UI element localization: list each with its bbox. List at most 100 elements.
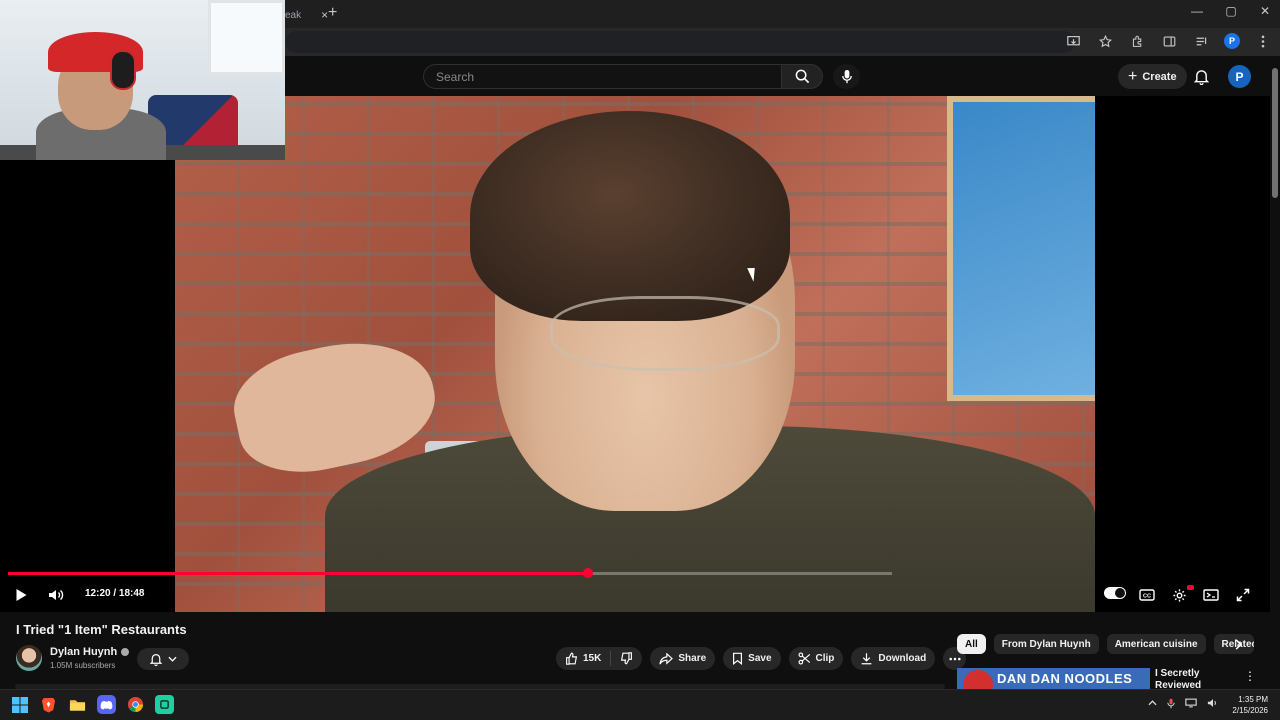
progress-fill	[8, 572, 588, 575]
headset-icon	[110, 50, 136, 90]
channel-name-row[interactable]: Dylan Huynh	[50, 646, 130, 658]
chevron-right-icon	[1235, 638, 1242, 650]
video-frame[interactable]	[175, 96, 1095, 612]
scissors-icon	[798, 652, 810, 665]
video-player[interactable]: 12:20 / 18:48 CC	[0, 96, 1270, 612]
page-scrollbar[interactable]	[1270, 56, 1280, 689]
plus-icon: +	[1128, 67, 1138, 85]
save-label: Save	[748, 653, 772, 664]
progress-scrubber[interactable]	[582, 568, 593, 578]
save-button[interactable]: Save	[723, 647, 781, 670]
webcam-window	[208, 0, 285, 75]
bookmark-star-icon[interactable]	[1096, 32, 1114, 50]
fullscreen-button[interactable]	[1231, 583, 1255, 607]
window-controls: — ▢ ✕	[1190, 4, 1272, 18]
extensions-icon[interactable]	[1128, 32, 1146, 50]
address-bar[interactable]	[285, 31, 1075, 53]
svg-text:CC: CC	[1143, 594, 1151, 600]
thumbnail-hat	[963, 670, 993, 690]
time-display: 12:20 / 18:48	[85, 588, 145, 599]
bell-icon	[1193, 70, 1209, 85]
share-button[interactable]: Share	[650, 647, 716, 670]
tray-overflow-icon[interactable]	[1148, 698, 1157, 712]
clock-date: 2/15/2026	[1232, 706, 1268, 715]
create-button[interactable]: + Create	[1118, 64, 1187, 89]
miniplayer-icon	[1203, 589, 1219, 601]
progress-bar[interactable]	[8, 568, 892, 578]
close-window-button[interactable]: ✕	[1258, 4, 1272, 18]
thumbs-down-icon	[621, 652, 633, 665]
gear-icon	[1172, 588, 1186, 602]
chip-american-cuisine[interactable]: American cuisine	[1106, 634, 1206, 654]
miniplayer-button[interactable]	[1199, 583, 1223, 607]
dislike-button[interactable]	[611, 647, 642, 670]
channel-name[interactable]: Dylan Huynh	[50, 646, 117, 658]
account-avatar[interactable]: P	[1228, 65, 1251, 88]
scrollbar-thumb[interactable]	[1272, 68, 1278, 198]
channel-avatar[interactable]	[16, 645, 42, 671]
volume-button[interactable]	[44, 583, 68, 607]
chip-from-channel[interactable]: From Dylan Huynh	[993, 634, 1099, 654]
restore-button[interactable]: ▢	[1224, 4, 1238, 18]
notifications-button[interactable]	[1190, 66, 1212, 88]
play-icon	[16, 589, 26, 601]
share-label: Share	[678, 653, 707, 664]
browser-profile-avatar[interactable]: P	[1224, 33, 1240, 49]
install-app-icon[interactable]	[1064, 32, 1082, 50]
chalkboard-decoration	[947, 96, 1095, 401]
chips-next-button[interactable]	[1230, 636, 1246, 652]
share-icon	[659, 652, 674, 665]
browser-menu-icon[interactable]	[1254, 32, 1272, 50]
recommendation-title[interactable]: I Secretly Reviewed Restaurants Askin	[1155, 668, 1240, 690]
fullscreen-icon	[1236, 588, 1250, 602]
search-button[interactable]	[781, 64, 823, 89]
media-controls-icon[interactable]	[1192, 32, 1210, 50]
captions-button[interactable]: CC	[1135, 583, 1159, 607]
speaker-icon[interactable]	[1207, 698, 1219, 712]
tab-title: eak	[285, 9, 302, 21]
create-label: Create	[1142, 70, 1177, 83]
minimize-button[interactable]: —	[1190, 4, 1204, 18]
bell-icon	[149, 653, 162, 666]
recommendation-menu-icon[interactable]: ⋮	[1244, 669, 1256, 683]
brave-browser-icon[interactable]	[39, 695, 58, 714]
clock-time: 1:35 PM	[1238, 695, 1268, 704]
streamer	[28, 20, 166, 160]
windows-start-icon[interactable]	[10, 695, 29, 714]
taskbar-clock[interactable]: 1:35 PM 2/15/2026	[1228, 694, 1268, 716]
like-count: 15K	[583, 653, 602, 664]
taskbar: 1:35 PM 2/15/2026	[0, 689, 1280, 720]
play-button[interactable]	[9, 583, 33, 607]
system-tray	[1148, 698, 1219, 712]
app-icon[interactable]	[155, 695, 174, 714]
clip-button[interactable]: Clip	[788, 647, 844, 670]
like-button[interactable]: 15K	[556, 647, 610, 670]
download-label: Download	[878, 653, 927, 664]
network-icon[interactable]	[1185, 698, 1197, 712]
verified-check-icon	[121, 648, 130, 656]
browser-tab[interactable]: eak ×	[285, 2, 334, 28]
thumbs-up-icon	[566, 652, 578, 665]
download-button[interactable]: Download	[851, 647, 936, 670]
new-tab-button[interactable]: +	[328, 4, 337, 22]
person-hair	[470, 111, 790, 321]
clip-label: Clip	[815, 653, 835, 664]
microphone-tray-icon[interactable]	[1167, 698, 1175, 712]
voice-search-button[interactable]	[833, 64, 860, 89]
captions-icon: CC	[1139, 589, 1155, 601]
bookmark-icon	[733, 652, 743, 665]
side-panel-icon[interactable]	[1160, 32, 1178, 50]
search-icon	[795, 69, 809, 84]
recommendation-thumbnail[interactable]: DAN DAN NOODLES	[957, 668, 1150, 690]
download-icon	[862, 653, 872, 665]
chrome-icon[interactable]	[126, 695, 145, 714]
glasses	[550, 296, 780, 371]
chip-all[interactable]: All	[957, 634, 986, 654]
webcam-overlay	[0, 0, 285, 160]
file-explorer-icon[interactable]	[68, 695, 87, 714]
autoplay-toggle[interactable]	[1104, 587, 1126, 599]
subscription-bell-button[interactable]	[137, 648, 189, 670]
chevron-down-icon	[167, 656, 177, 662]
discord-icon[interactable]	[97, 695, 116, 714]
search-input[interactable]: Search	[423, 64, 782, 89]
